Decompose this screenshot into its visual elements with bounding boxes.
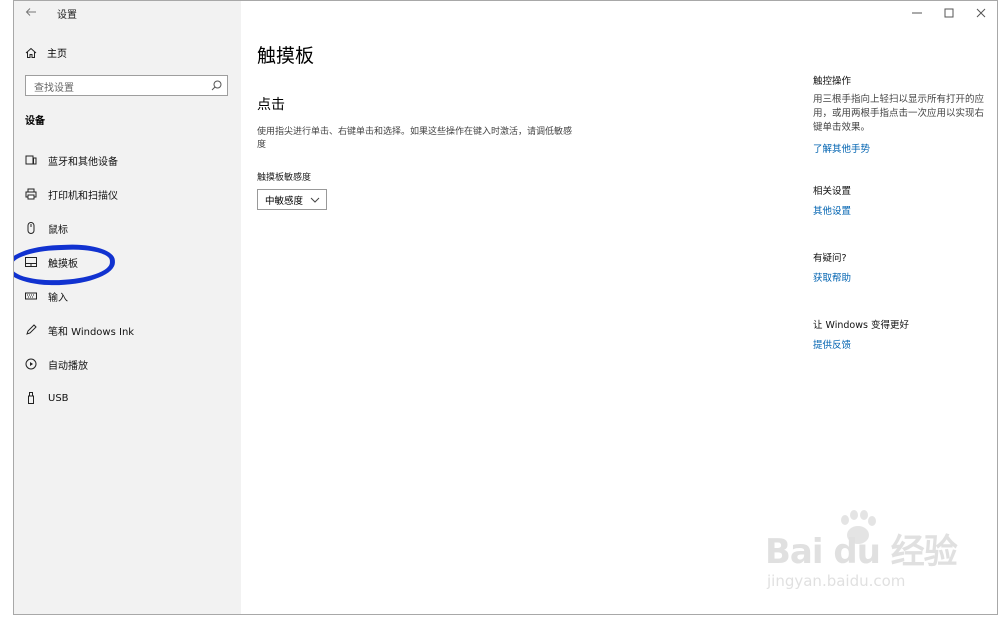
sidebar-item-home[interactable]: 主页 [25,45,67,60]
feedback-section: 让 Windows 变得更好 提供反馈 [813,317,988,351]
watermark-brand: Bai du 经验 [765,532,958,572]
sidebar-item-label: 输入 [48,292,68,304]
question-link[interactable]: 获取帮助 [813,270,988,284]
search-icon[interactable] [211,80,222,91]
baidu-watermark: Bai du 经验 jingyan.baidu.com [765,510,975,590]
sidebar-item-label: 自动播放 [48,360,88,372]
arrow-left-icon [25,8,36,16]
sensitivity-label: 触摸板敏感度 [257,173,312,183]
pen-icon [25,324,37,336]
watermark-url: jingyan.baidu.com [767,572,906,590]
sidebar-item-usb[interactable]: USB [14,385,241,411]
maximize-icon [944,8,954,18]
page-title: 触摸板 [257,45,315,67]
gestures-title: 触控操作 [813,76,852,87]
sidebar-item-label: 笔和 Windows Ink [48,326,135,338]
sidebar-item-label: 打印机和扫描仪 [48,190,118,202]
chevron-down-icon [310,197,320,203]
related-section: 相关设置 其他设置 [813,183,988,217]
gestures-section: 触控操作 用三根手指向上轻扫以显示所有打开的应用，或用两根手指点击一次应用以实现… [813,73,988,155]
minimize-button[interactable] [901,1,933,25]
sensitivity-dropdown[interactable]: 中敏感度 [257,189,327,210]
sidebar-item-mouse[interactable]: 鼠标 [14,215,241,241]
gestures-link[interactable]: 了解其他手势 [813,141,988,155]
sidebar: 设置 主页 设备 蓝牙和其他设备 打印机和扫描仪 鼠标 [14,1,241,614]
related-link[interactable]: 其他设置 [813,203,988,217]
minimize-icon [912,12,922,14]
close-icon [976,8,986,18]
question-title: 有疑问? [813,253,847,264]
gestures-text: 用三根手指向上轻扫以显示所有打开的应用，或用两根手指点击一次应用以实现右键单击效… [813,94,985,133]
printer-icon [25,188,37,200]
sidebar-item-printers[interactable]: 打印机和扫描仪 [14,181,241,207]
sidebar-item-pen[interactable]: 笔和 Windows Ink [14,317,241,343]
sidebar-item-label: USB [48,392,69,404]
mouse-icon [25,222,37,234]
sensitivity-value: 中敏感度 [265,195,304,207]
tap-heading: 点击 [257,97,285,113]
sidebar-item-label: 触摸板 [48,258,78,270]
touchpad-icon [25,256,37,268]
window-controls [901,1,997,25]
tap-description: 使用指尖进行单击、右键单击和选择。如果这些操作在键入时激活，请调低敏感度 [257,127,573,150]
sidebar-item-autoplay[interactable]: 自动播放 [14,351,241,377]
sidebar-item-typing[interactable]: 输入 [14,283,241,309]
home-icon [25,47,37,58]
search-box[interactable] [25,75,228,98]
keyboard-icon [25,290,37,302]
close-button[interactable] [965,1,997,25]
search-input[interactable] [26,79,209,98]
app-title: 设置 [57,10,77,21]
usb-icon [25,392,37,404]
related-title: 相关设置 [813,186,852,197]
maximize-button[interactable] [933,1,965,25]
question-section: 有疑问? 获取帮助 [813,250,988,284]
autoplay-icon [25,358,37,370]
feedback-link[interactable]: 提供反馈 [813,337,988,351]
home-label: 主页 [47,49,67,60]
sidebar-item-touchpad[interactable]: 触摸板 [14,249,241,275]
bluetooth-devices-icon [25,154,37,166]
feedback-title: 让 Windows 变得更好 [813,320,909,331]
titlebar: 设置 [14,1,241,25]
sidebar-item-label: 蓝牙和其他设备 [48,156,118,168]
sidebar-item-bluetooth[interactable]: 蓝牙和其他设备 [14,147,241,173]
back-button[interactable] [24,6,38,20]
section-title: 设备 [25,116,45,127]
sidebar-item-label: 鼠标 [48,224,68,236]
